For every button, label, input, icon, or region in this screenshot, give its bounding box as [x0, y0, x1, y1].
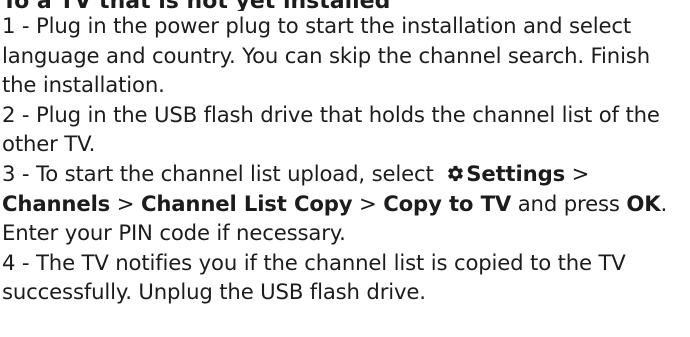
channels-menu-label: Channels — [2, 190, 111, 216]
document: To a TV that is not yet installed 1 - Pl… — [2, 0, 688, 307]
step-2: 2 - Plug in the USB flash drive that hol… — [2, 100, 688, 159]
step-number: 2 - — [2, 101, 36, 127]
step-text: Plug in the USB flash drive that holds t… — [2, 101, 660, 157]
channel-list-copy-menu-label: Channel List Copy — [140, 190, 353, 216]
step-4: 4 - The TV notifies you if the channel l… — [2, 248, 688, 307]
step-number: 1 - — [2, 13, 36, 38]
section-heading: To a TV that is not yet installed — [2, 0, 688, 11]
copy-to-tv-menu-label: Copy to TV — [383, 190, 512, 216]
step-number: 4 - — [2, 249, 36, 275]
instruction-steps: 1 - Plug in the power plug to start the … — [2, 11, 688, 307]
step-1: 1 - Plug in the power plug to start the … — [2, 11, 688, 100]
gear-icon — [446, 164, 465, 183]
step-text: The TV notifies you if the channel list … — [2, 249, 626, 305]
step-text: and press — [511, 190, 627, 216]
step-text: Plug in the power plug to start the inst… — [2, 13, 650, 98]
step-number: 3 - — [2, 160, 36, 186]
step-3: 3 - To start the channel list upload, se… — [2, 159, 688, 248]
path-separator: > — [110, 190, 141, 216]
path-separator: > — [352, 190, 384, 216]
step-text: To start the channel list upload, select — [36, 160, 441, 186]
path-separator: > — [565, 160, 590, 186]
ok-key-label: OK — [626, 190, 661, 216]
settings-menu-label: Settings — [466, 160, 566, 186]
